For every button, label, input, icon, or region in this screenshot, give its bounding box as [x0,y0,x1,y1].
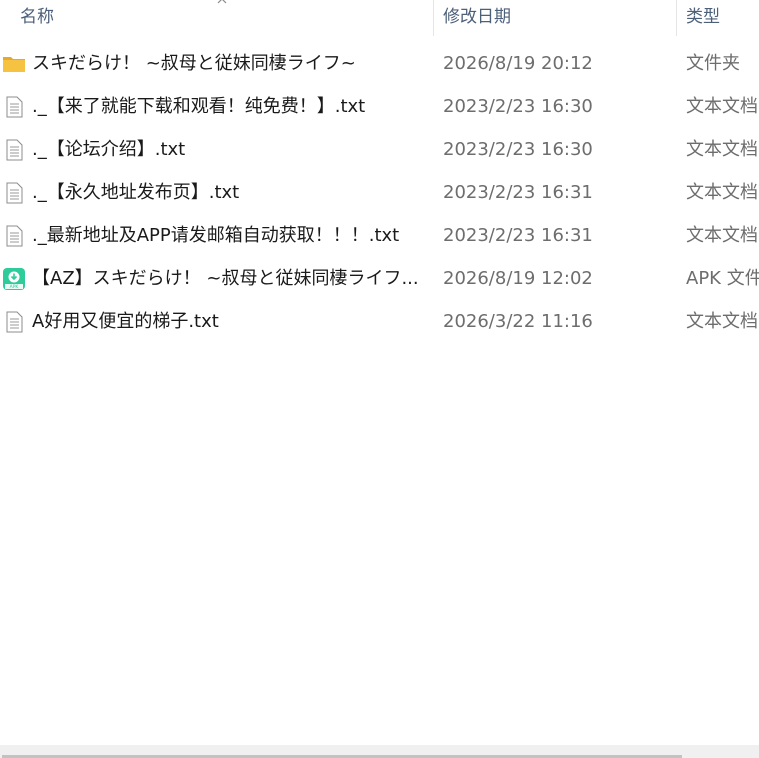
file-date: 2026/8/19 20:12 [443,53,593,74]
file-row[interactable]: スキだらけ！ ~叔母と従妹同棲ライフ~ 2026/8/19 20:12 文件夹 [0,43,759,86]
apk-file-icon: APK [3,268,25,290]
file-name[interactable]: ._【论坛介绍】.txt [32,138,185,162]
file-row[interactable]: ._【永久地址发布页】.txt 2023/2/23 16:31 文本文档 [0,172,759,215]
text-file-icon [6,311,23,333]
column-divider[interactable] [433,0,434,36]
file-row[interactable]: ._【来了就能下载和观看！纯免费！】.txt 2023/2/23 16:30 文… [0,86,759,129]
column-header-date[interactable]: 修改日期 [443,6,511,28]
file-type: 文本文档 [686,225,758,246]
file-row[interactable]: ._最新地址及APP请发邮箱自动获取！！！.txt 2023/2/23 16:3… [0,215,759,258]
file-date: 2023/2/23 16:31 [443,225,593,246]
svg-text:APK: APK [10,284,20,290]
file-date: 2023/2/23 16:30 [443,139,593,160]
file-row[interactable]: A好用又便宜的梯子.txt 2026/3/22 11:16 文本文档 [0,301,759,344]
file-row[interactable]: ._【论坛介绍】.txt 2023/2/23 16:30 文本文档 [0,129,759,172]
column-header-name[interactable]: 名称 [20,6,54,28]
file-date: 2026/3/22 11:16 [443,311,593,332]
file-type: APK 文件 [686,268,759,289]
file-date: 2023/2/23 16:30 [443,96,593,117]
file-type: 文本文档 [686,182,758,203]
file-type: 文本文档 [686,311,758,332]
file-name[interactable]: ._【永久地址发布页】.txt [32,181,239,205]
file-name[interactable]: A好用又便宜的梯子.txt [32,310,219,334]
text-file-icon [6,96,23,118]
file-name[interactable]: 【AZ】スキだらけ！ ~叔母と従妹同棲ライフ... [32,267,419,291]
text-file-icon [6,139,23,161]
file-name[interactable]: ._最新地址及APP请发邮箱自动获取！！！.txt [32,224,399,248]
file-type: 文件夹 [686,53,740,74]
text-file-icon [6,182,23,204]
file-type: 文本文档 [686,139,758,160]
text-file-icon [6,225,23,247]
column-divider[interactable] [676,0,677,36]
file-name[interactable]: ._【来了就能下载和观看！纯免费！】.txt [32,95,365,119]
folder-icon [3,57,25,72]
file-row[interactable]: APK 【AZ】スキだらけ！ ~叔母と従妹同棲ライフ... 2026/8/19 … [0,258,759,301]
horizontal-scrollbar[interactable] [0,745,759,758]
column-header-bar: 名称 修改日期 类型 [0,0,759,36]
file-list: スキだらけ！ ~叔母と従妹同棲ライフ~ 2026/8/19 20:12 文件夹 … [0,43,759,344]
file-date: 2023/2/23 16:31 [443,182,593,203]
column-header-type[interactable]: 类型 [686,6,720,28]
sort-ascending-icon [217,0,227,4]
file-name[interactable]: スキだらけ！ ~叔母と従妹同棲ライフ~ [32,52,356,76]
file-type: 文本文档 [686,96,758,117]
file-date: 2026/8/19 12:02 [443,268,593,289]
